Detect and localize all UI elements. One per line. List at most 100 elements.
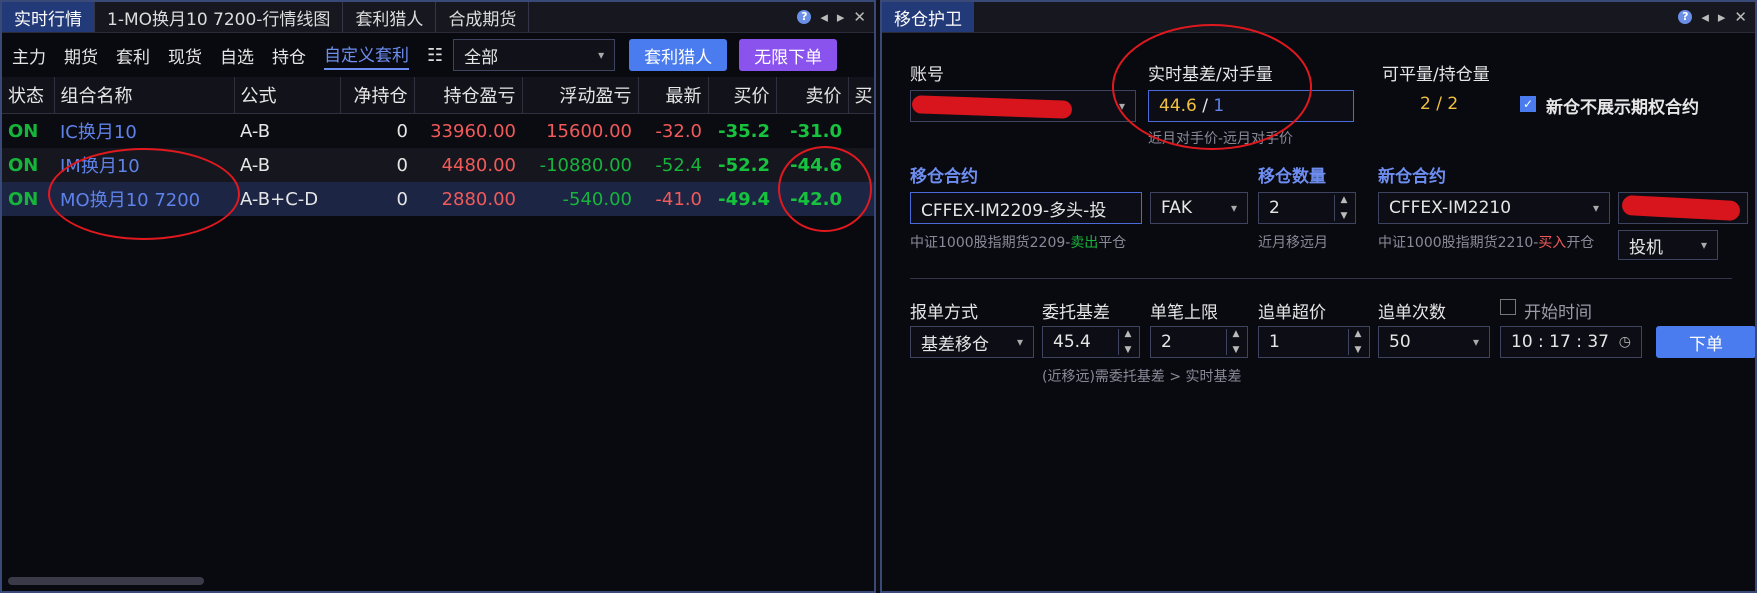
move-qty-input[interactable]: 2 ▲ ▼ [1258, 192, 1356, 224]
row-pos-pnl: 4480.00 [441, 154, 516, 176]
col-name[interactable]: 组合名称 [54, 77, 235, 114]
row-pos-pnl: 33960.00 [430, 120, 516, 142]
submit-order-button[interactable]: 下单 [1656, 326, 1755, 358]
help-icon[interactable]: ? [1678, 10, 1693, 24]
col-bid-vol[interactable]: 买 [848, 77, 874, 114]
start-time-input[interactable]: 10 : 17 : 37 ◷ [1500, 326, 1642, 358]
chevron-down-icon: ▾ [598, 48, 605, 62]
tab-chart[interactable]: 1-MO换月10 7200-行情线图 [95, 2, 344, 32]
new-contract-select[interactable]: CFFEX-IM2210 ▾ [1378, 192, 1610, 224]
col-ask[interactable]: 卖价 [776, 77, 849, 114]
chevron-down-icon: ▾ [1700, 238, 1707, 252]
tab-arb-hunter[interactable]: 套利猎人 [343, 2, 437, 32]
chase-price-stepper[interactable]: ▲ ▼ [1348, 329, 1367, 355]
row-float-pnl: -10880.00 [539, 154, 632, 176]
tab-position-roll-guard[interactable]: 移仓护卫 [882, 2, 974, 32]
chevron-down-icon: ▾ [1592, 201, 1599, 215]
horizontal-scrollbar[interactable] [8, 577, 204, 585]
prev-icon[interactable]: ◂ [820, 8, 828, 26]
row-name: IC换月10 [60, 122, 137, 143]
market-tabbar: 实时行情 1-MO换月10 7200-行情线图 套利猎人 合成期货 ? ◂ ▸ … [2, 2, 874, 33]
row-float-pnl: -540.00 [562, 188, 632, 210]
chevron-down-icon: ▾ [1472, 335, 1479, 349]
condition-text: (近移远)需委托基差 > 实时基差 [1042, 369, 1242, 385]
window-controls: ? ◂ ▸ ✕ [797, 2, 866, 32]
single-limit-stepper[interactable]: ▲ ▼ [1226, 329, 1245, 355]
close-icon[interactable]: ✕ [1734, 8, 1747, 26]
new-contract-sub: 中证1000股指期货2210-买入开仓 [1378, 232, 1594, 252]
cat-spot[interactable]: 现货 [168, 43, 202, 68]
col-status[interactable]: 状态 [2, 77, 55, 114]
start-time-label: 开始时间 [1524, 303, 1592, 323]
move-contract-label: 移仓合约 [910, 167, 978, 187]
row-float-pnl: 15600.00 [546, 120, 632, 142]
account-label: 账号 [910, 65, 944, 85]
annotation-circle-basis [1112, 24, 1312, 150]
single-limit-input[interactable]: 2 ▲ ▼ [1150, 326, 1248, 358]
row-bid: -35.2 [718, 120, 770, 142]
chase-price-value: 1 [1269, 332, 1280, 352]
entrust-basis-input[interactable]: 45.4 ▲ ▼ [1042, 326, 1140, 358]
quote-method-select[interactable]: 基差移仓 ▾ [910, 326, 1034, 358]
hedge-value: 投机 [1629, 237, 1663, 258]
row-bid: -49.4 [718, 188, 770, 210]
move-sub-suffix: 平仓 [1098, 235, 1127, 251]
cat-watchlist[interactable]: 自选 [220, 43, 254, 68]
col-net[interactable]: 净持仓 [340, 77, 415, 114]
col-float-pnl[interactable]: 浮动盈亏 [522, 77, 639, 114]
cat-main[interactable]: 主力 [12, 43, 46, 68]
entrust-basis-stepper[interactable]: ▲ ▼ [1118, 329, 1137, 355]
start-time-checkbox[interactable] [1500, 299, 1516, 315]
tab-synthetic-futures[interactable]: 合成期货 [436, 2, 530, 32]
unlimited-order-button[interactable]: 无限下单 [739, 39, 838, 71]
annotation-circle-asks [778, 146, 872, 232]
no-option-label: 新仓不展示期权合约 [1546, 98, 1699, 118]
position-roll-panel: 移仓护卫 ? ◂ ▸ ✕ 账号 ▾ 实时基差/对手量 44.6 / 1 近月对手… [880, 0, 1757, 593]
quote-method-value: 基差移仓 [921, 334, 989, 355]
col-last[interactable]: 最新 [638, 77, 709, 114]
col-formula[interactable]: 公式 [234, 77, 341, 114]
clock-icon: ◷ [1618, 334, 1631, 350]
prev-icon[interactable]: ◂ [1701, 8, 1709, 26]
row-ask: -31.0 [790, 120, 842, 142]
next-icon[interactable]: ▸ [837, 8, 845, 26]
row-status: ON [8, 154, 39, 176]
filter-value: 全部 [464, 47, 499, 68]
move-sub-action: 卖出 [1070, 235, 1099, 251]
move-contract-select[interactable]: CFFEX-IM2209-多头-投 [910, 192, 1142, 224]
row-status: ON [8, 188, 39, 210]
order-type-select[interactable]: FAK ▾ [1150, 192, 1248, 224]
new-sub-action: 买入 [1538, 235, 1567, 251]
cat-arbitrage[interactable]: 套利 [116, 43, 150, 68]
cat-futures[interactable]: 期货 [64, 43, 98, 68]
row-last: -41.0 [655, 188, 702, 210]
col-pos-pnl[interactable]: 持仓盈亏 [414, 77, 523, 114]
col-bid[interactable]: 买价 [708, 77, 777, 114]
list-view-icon[interactable]: ☷ [427, 45, 443, 66]
chase-times-select[interactable]: 50 ▾ [1378, 326, 1490, 358]
chase-price-input[interactable]: 1 ▲ ▼ [1258, 326, 1370, 358]
table-row[interactable]: ON IC换月10 A-B 0 33960.00 15600.00 -32.0 … [2, 113, 874, 148]
next-icon[interactable]: ▸ [1718, 8, 1726, 26]
cat-custom-arbitrage[interactable]: 自定义套利 [324, 41, 409, 70]
closable-value: 2 / 2 [1420, 94, 1459, 114]
row-bid: -52.2 [718, 154, 770, 176]
divider [910, 278, 1732, 279]
new-contract-label: 新仓合约 [1378, 167, 1446, 187]
annotation-circle-names [48, 148, 240, 240]
row-pos-pnl: 2880.00 [441, 188, 516, 210]
tab-realtime-quotes[interactable]: 实时行情 [2, 2, 95, 32]
filter-select[interactable]: 全部 ▾ [453, 39, 616, 71]
row-last: -32.0 [655, 120, 702, 142]
no-option-checkbox[interactable]: ✓ [1520, 96, 1536, 112]
close-icon[interactable]: ✕ [853, 8, 866, 26]
help-icon[interactable]: ? [797, 10, 812, 24]
move-qty-stepper[interactable]: ▲ ▼ [1334, 195, 1353, 221]
chevron-down-icon: ▾ [1230, 201, 1237, 215]
hedge-select[interactable]: 投机 ▾ [1618, 230, 1718, 260]
arb-hunter-button[interactable]: 套利猎人 [629, 39, 728, 71]
new-sub-prefix: 中证1000股指期货2210- [1378, 235, 1539, 251]
market-panel: 实时行情 1-MO换月10 7200-行情线图 套利猎人 合成期货 ? ◂ ▸ … [0, 0, 876, 593]
time-value: 10 : 17 : 37 [1511, 332, 1609, 352]
cat-positions[interactable]: 持仓 [272, 43, 306, 68]
